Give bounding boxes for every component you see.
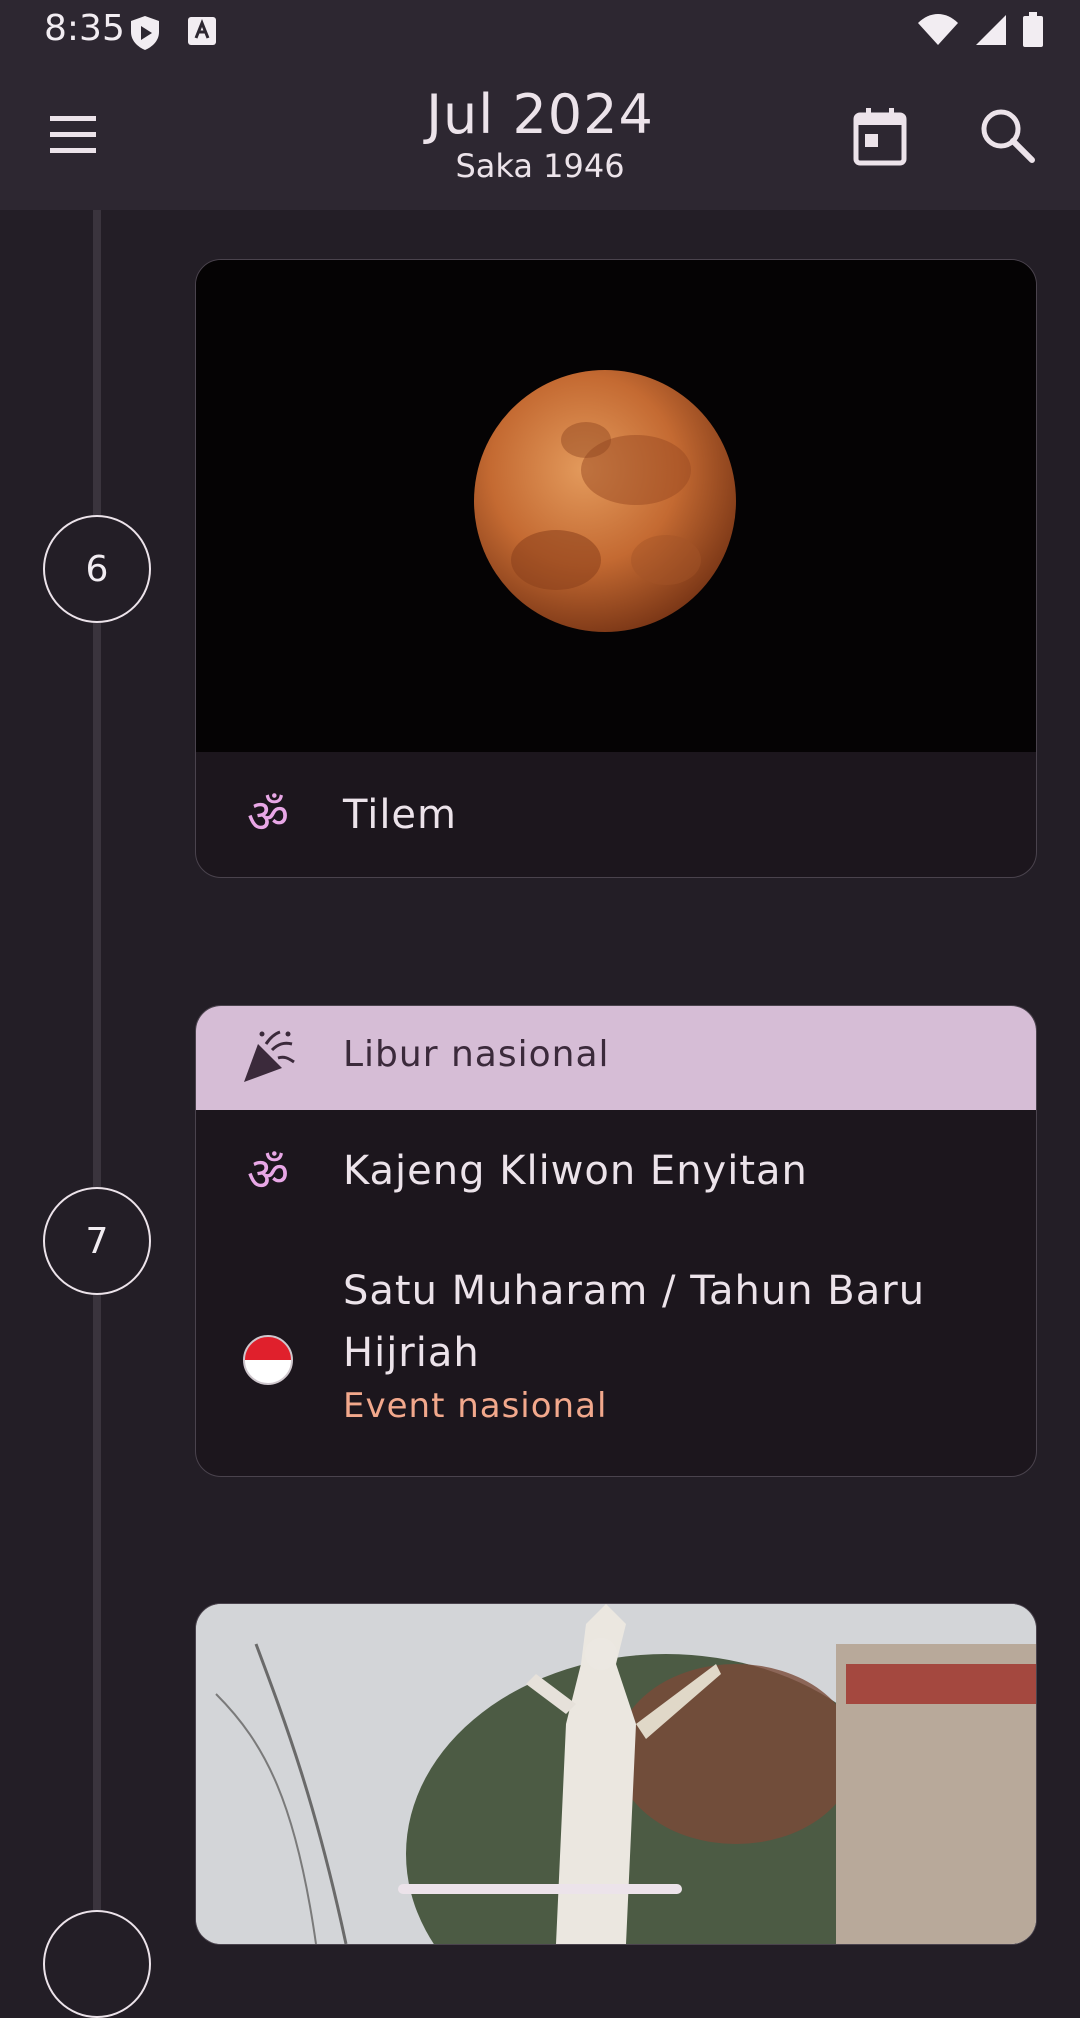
event-row[interactable]: ॐ Tilem bbox=[196, 752, 1036, 876]
event-title-line2: Hijriah bbox=[343, 1330, 480, 1376]
app-bar: Jul 2024 Saka 1946 bbox=[0, 62, 1080, 210]
shield-play-icon bbox=[131, 16, 159, 50]
text-recognition-icon bbox=[188, 17, 216, 45]
calendar-today-icon[interactable] bbox=[852, 106, 908, 166]
indonesia-flag-icon bbox=[240, 1332, 296, 1388]
svg-text:ॐ: ॐ bbox=[247, 789, 289, 842]
day-number: 6 bbox=[85, 548, 109, 590]
event-row[interactable]: ॐ Kajeng Kliwon Enyitan bbox=[196, 1110, 1036, 1232]
battery-icon bbox=[1023, 12, 1043, 47]
cellular-signal-icon bbox=[976, 15, 1006, 45]
event-title: Kajeng Kliwon Enyitan bbox=[343, 1148, 808, 1194]
holiday-label: Libur nasional bbox=[343, 1034, 610, 1075]
status-bar: 8:35 bbox=[0, 0, 1080, 62]
event-title: Tilem bbox=[343, 792, 458, 838]
om-icon: ॐ bbox=[240, 1144, 296, 1201]
day-marker: 7 bbox=[43, 1187, 151, 1295]
timeline-line bbox=[93, 210, 101, 1920]
svg-text:ॐ: ॐ bbox=[247, 1147, 289, 1200]
day-marker bbox=[43, 1910, 151, 2018]
event-category: Event nasional bbox=[343, 1386, 608, 1426]
event-row[interactable]: Satu Muharam / Tahun Baru Hijriah Event … bbox=[196, 1232, 1036, 1472]
page-subtitle: Saka 1946 bbox=[455, 147, 625, 185]
status-time: 8:35 bbox=[44, 8, 125, 49]
party-popper-icon bbox=[244, 1030, 295, 1082]
menu-icon[interactable] bbox=[42, 108, 104, 160]
page-title: Jul 2024 bbox=[426, 83, 654, 146]
status-indicators bbox=[916, 12, 1044, 48]
holiday-banner: Libur nasional bbox=[196, 1006, 1036, 1110]
om-icon: ॐ bbox=[240, 786, 296, 843]
search-icon[interactable] bbox=[978, 106, 1036, 164]
month-title[interactable]: Jul 2024 Saka 1946 bbox=[340, 84, 740, 186]
event-title-line1: Satu Muharam / Tahun Baru bbox=[343, 1268, 926, 1314]
day-number: 7 bbox=[85, 1220, 109, 1262]
wifi-icon bbox=[918, 14, 958, 45]
event-text-block: Satu Muharam / Tahun Baru Hijriah Event … bbox=[343, 1260, 983, 1426]
gesture-nav-handle[interactable] bbox=[398, 1884, 682, 1894]
moon-illustration bbox=[474, 370, 736, 632]
event-card-day7[interactable]: Libur nasional ॐ Kajeng Kliwon Enyitan S… bbox=[195, 1005, 1037, 1477]
event-card-tilem[interactable]: ॐ Tilem bbox=[195, 259, 1037, 878]
moon-image bbox=[196, 260, 1036, 752]
day-marker: 6 bbox=[43, 515, 151, 623]
